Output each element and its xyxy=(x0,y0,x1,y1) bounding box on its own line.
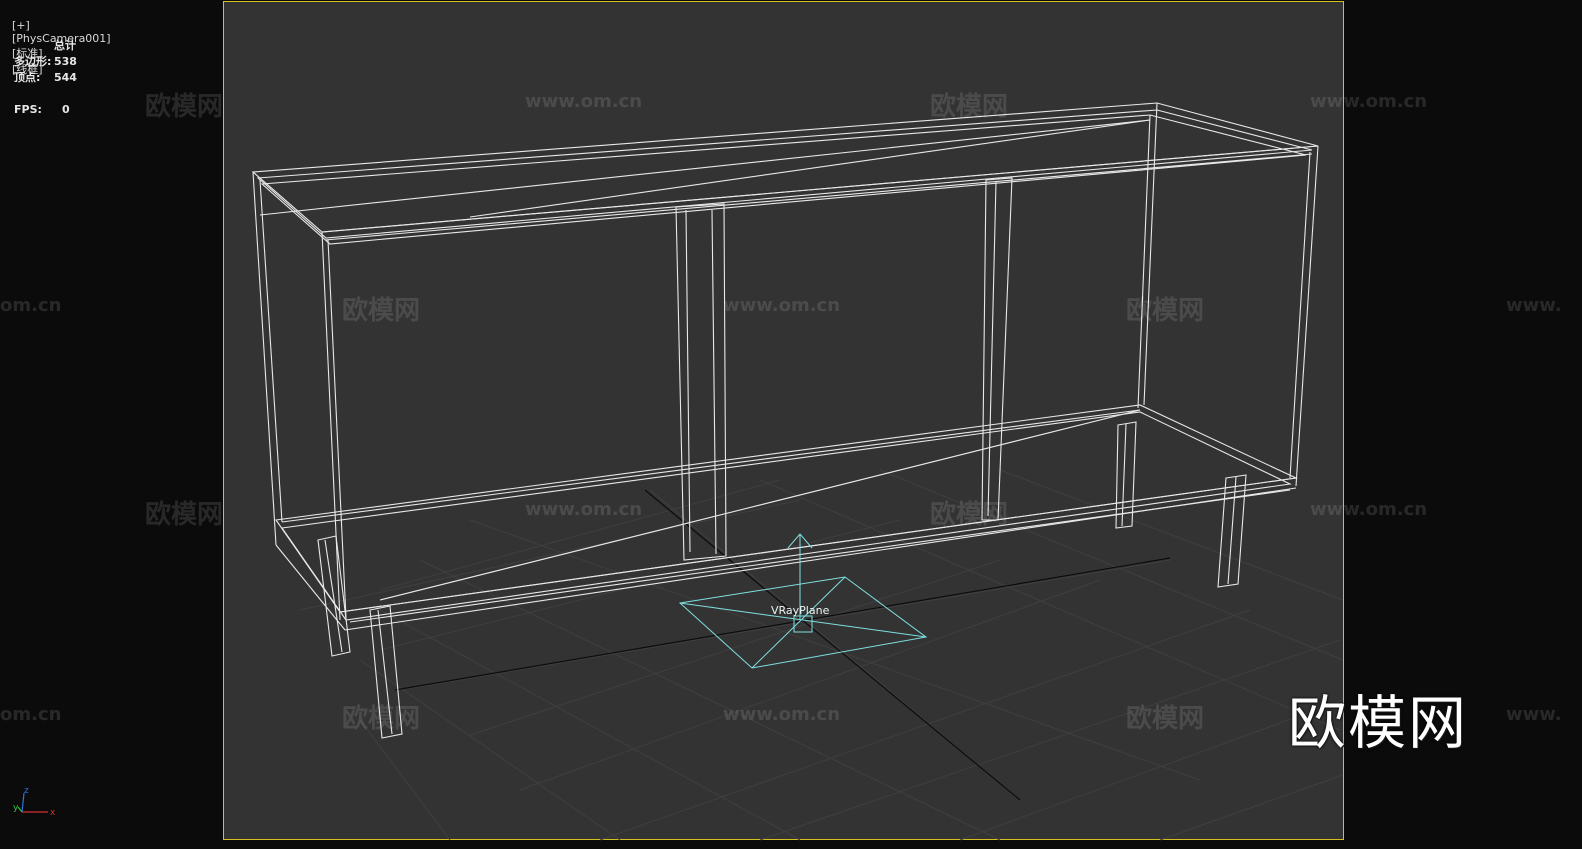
grid-axes xyxy=(394,489,1171,801)
axis-x-label: x xyxy=(50,808,56,818)
vrayplane-label: VRayPlane xyxy=(771,604,830,617)
site-logo: 欧模网 xyxy=(1288,689,1469,757)
axis-y-label: y xyxy=(13,803,19,813)
axis-z-label: z xyxy=(24,786,29,796)
axis-tripod-icon: x y z xyxy=(13,786,56,818)
home-grid xyxy=(299,469,1344,841)
